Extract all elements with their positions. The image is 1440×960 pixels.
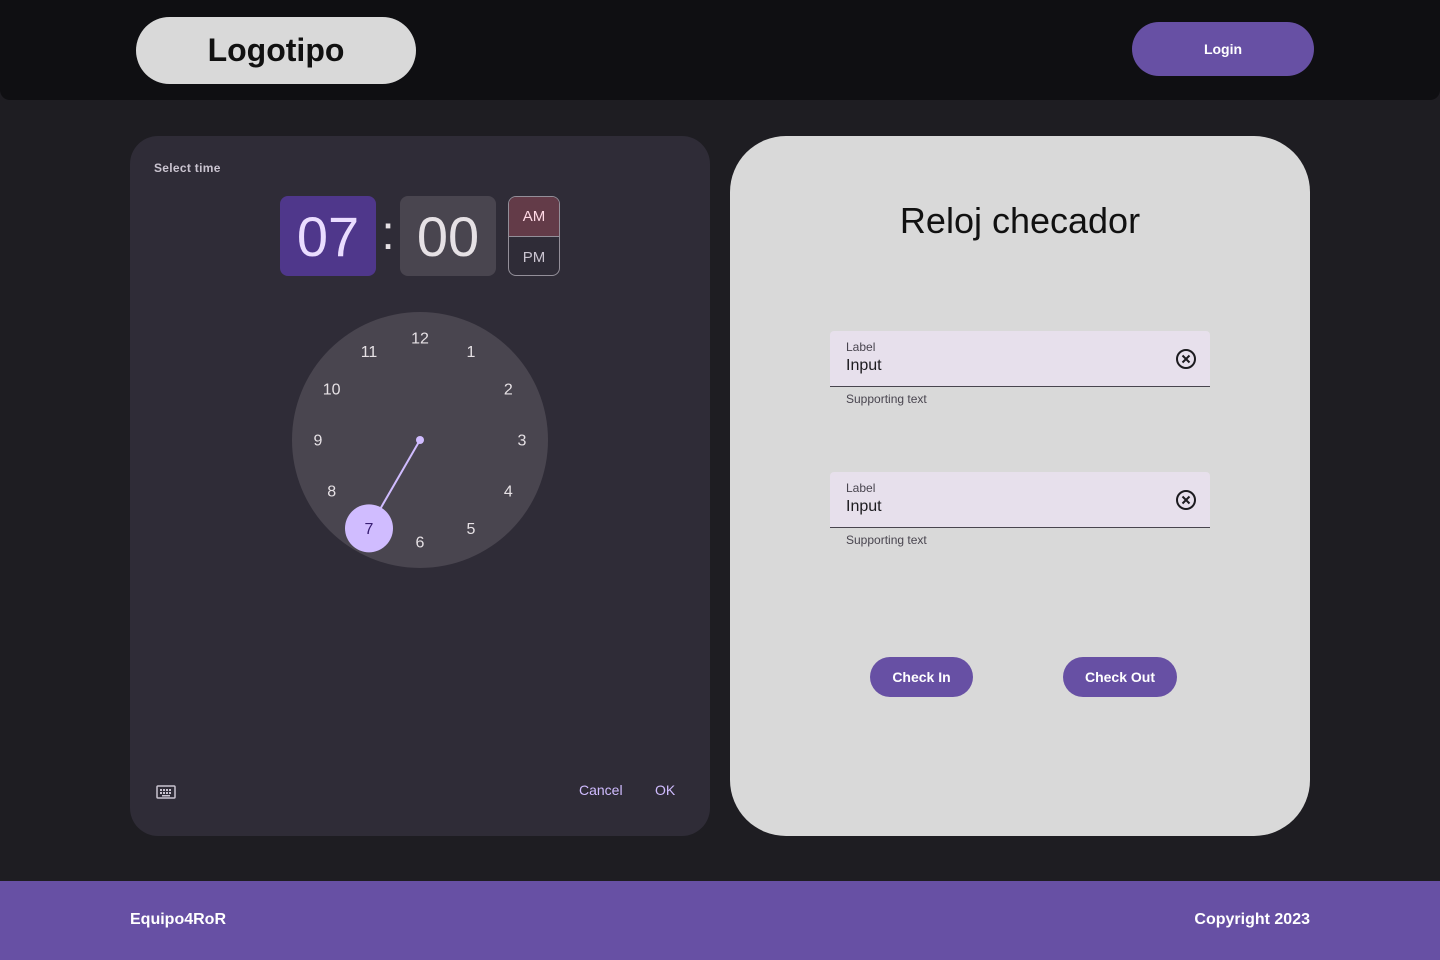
time-picker-dialog: Select time 07 : 00 AM PM 12 1 2 3 4 5 6 7 8 9 10 1… <box>130 136 710 836</box>
footer-copyright: Copyright 2023 <box>1194 911 1310 928</box>
login-button[interactable]: Login <box>1132 22 1314 76</box>
check-out-button[interactable]: Check Out <box>1063 657 1177 697</box>
clock-number-11[interactable]: 11 <box>361 344 378 361</box>
check-in-button[interactable]: Check In <box>870 657 973 697</box>
clock-number-6[interactable]: 6 <box>416 535 425 552</box>
clock-dial[interactable]: 121234567891011 <box>292 312 548 568</box>
minute-input[interactable]: 00 <box>400 196 496 276</box>
am-toggle[interactable]: AM <box>509 197 559 237</box>
time-separator: : <box>381 207 395 260</box>
clock-number-12[interactable]: 12 <box>411 331 429 348</box>
clock-number-3[interactable]: 3 <box>518 433 527 450</box>
time-clock-card: Reloj checador Label Supporting text Lab… <box>730 136 1310 836</box>
hour-input[interactable]: 07 <box>280 196 376 276</box>
clock-number-2[interactable]: 2 <box>504 382 513 399</box>
clock-number-8[interactable]: 8 <box>327 484 336 501</box>
logo[interactable]: Logotipo <box>136 17 416 84</box>
field-label: Label <box>846 340 876 354</box>
clock-number-5[interactable]: 5 <box>467 521 476 538</box>
text-field-2[interactable]: Label <box>830 472 1210 528</box>
cancel-circle-icon[interactable] <box>1174 488 1198 512</box>
footer-team: Equipo4RoR <box>130 911 226 928</box>
field-input[interactable] <box>846 498 1146 516</box>
footer: Equipo4RoR Copyright 2023 <box>0 881 1440 960</box>
cancel-button[interactable]: Cancel <box>579 782 623 798</box>
clock-number-4[interactable]: 4 <box>504 484 513 501</box>
period-selector: AM PM <box>508 196 560 276</box>
clock-number-1[interactable]: 1 <box>467 344 476 361</box>
clock-number-10[interactable]: 10 <box>323 382 341 399</box>
supporting-text: Supporting text <box>846 533 927 547</box>
clock-center-dot <box>416 436 424 444</box>
clock-number-9[interactable]: 9 <box>314 433 323 450</box>
field-label: Label <box>846 481 876 495</box>
keyboard-icon[interactable] <box>156 784 176 800</box>
ok-button[interactable]: OK <box>655 782 675 798</box>
cancel-circle-icon[interactable] <box>1174 347 1198 371</box>
field-input[interactable] <box>846 357 1146 375</box>
text-field-1[interactable]: Label <box>830 331 1210 387</box>
clock-number-7[interactable]: 7 <box>365 521 374 538</box>
supporting-text: Supporting text <box>846 392 927 406</box>
card-title: Reloj checador <box>899 200 1141 241</box>
time-picker-title: Select time <box>154 161 221 175</box>
header: Logotipo Login <box>0 0 1440 100</box>
pm-toggle[interactable]: PM <box>509 237 559 275</box>
